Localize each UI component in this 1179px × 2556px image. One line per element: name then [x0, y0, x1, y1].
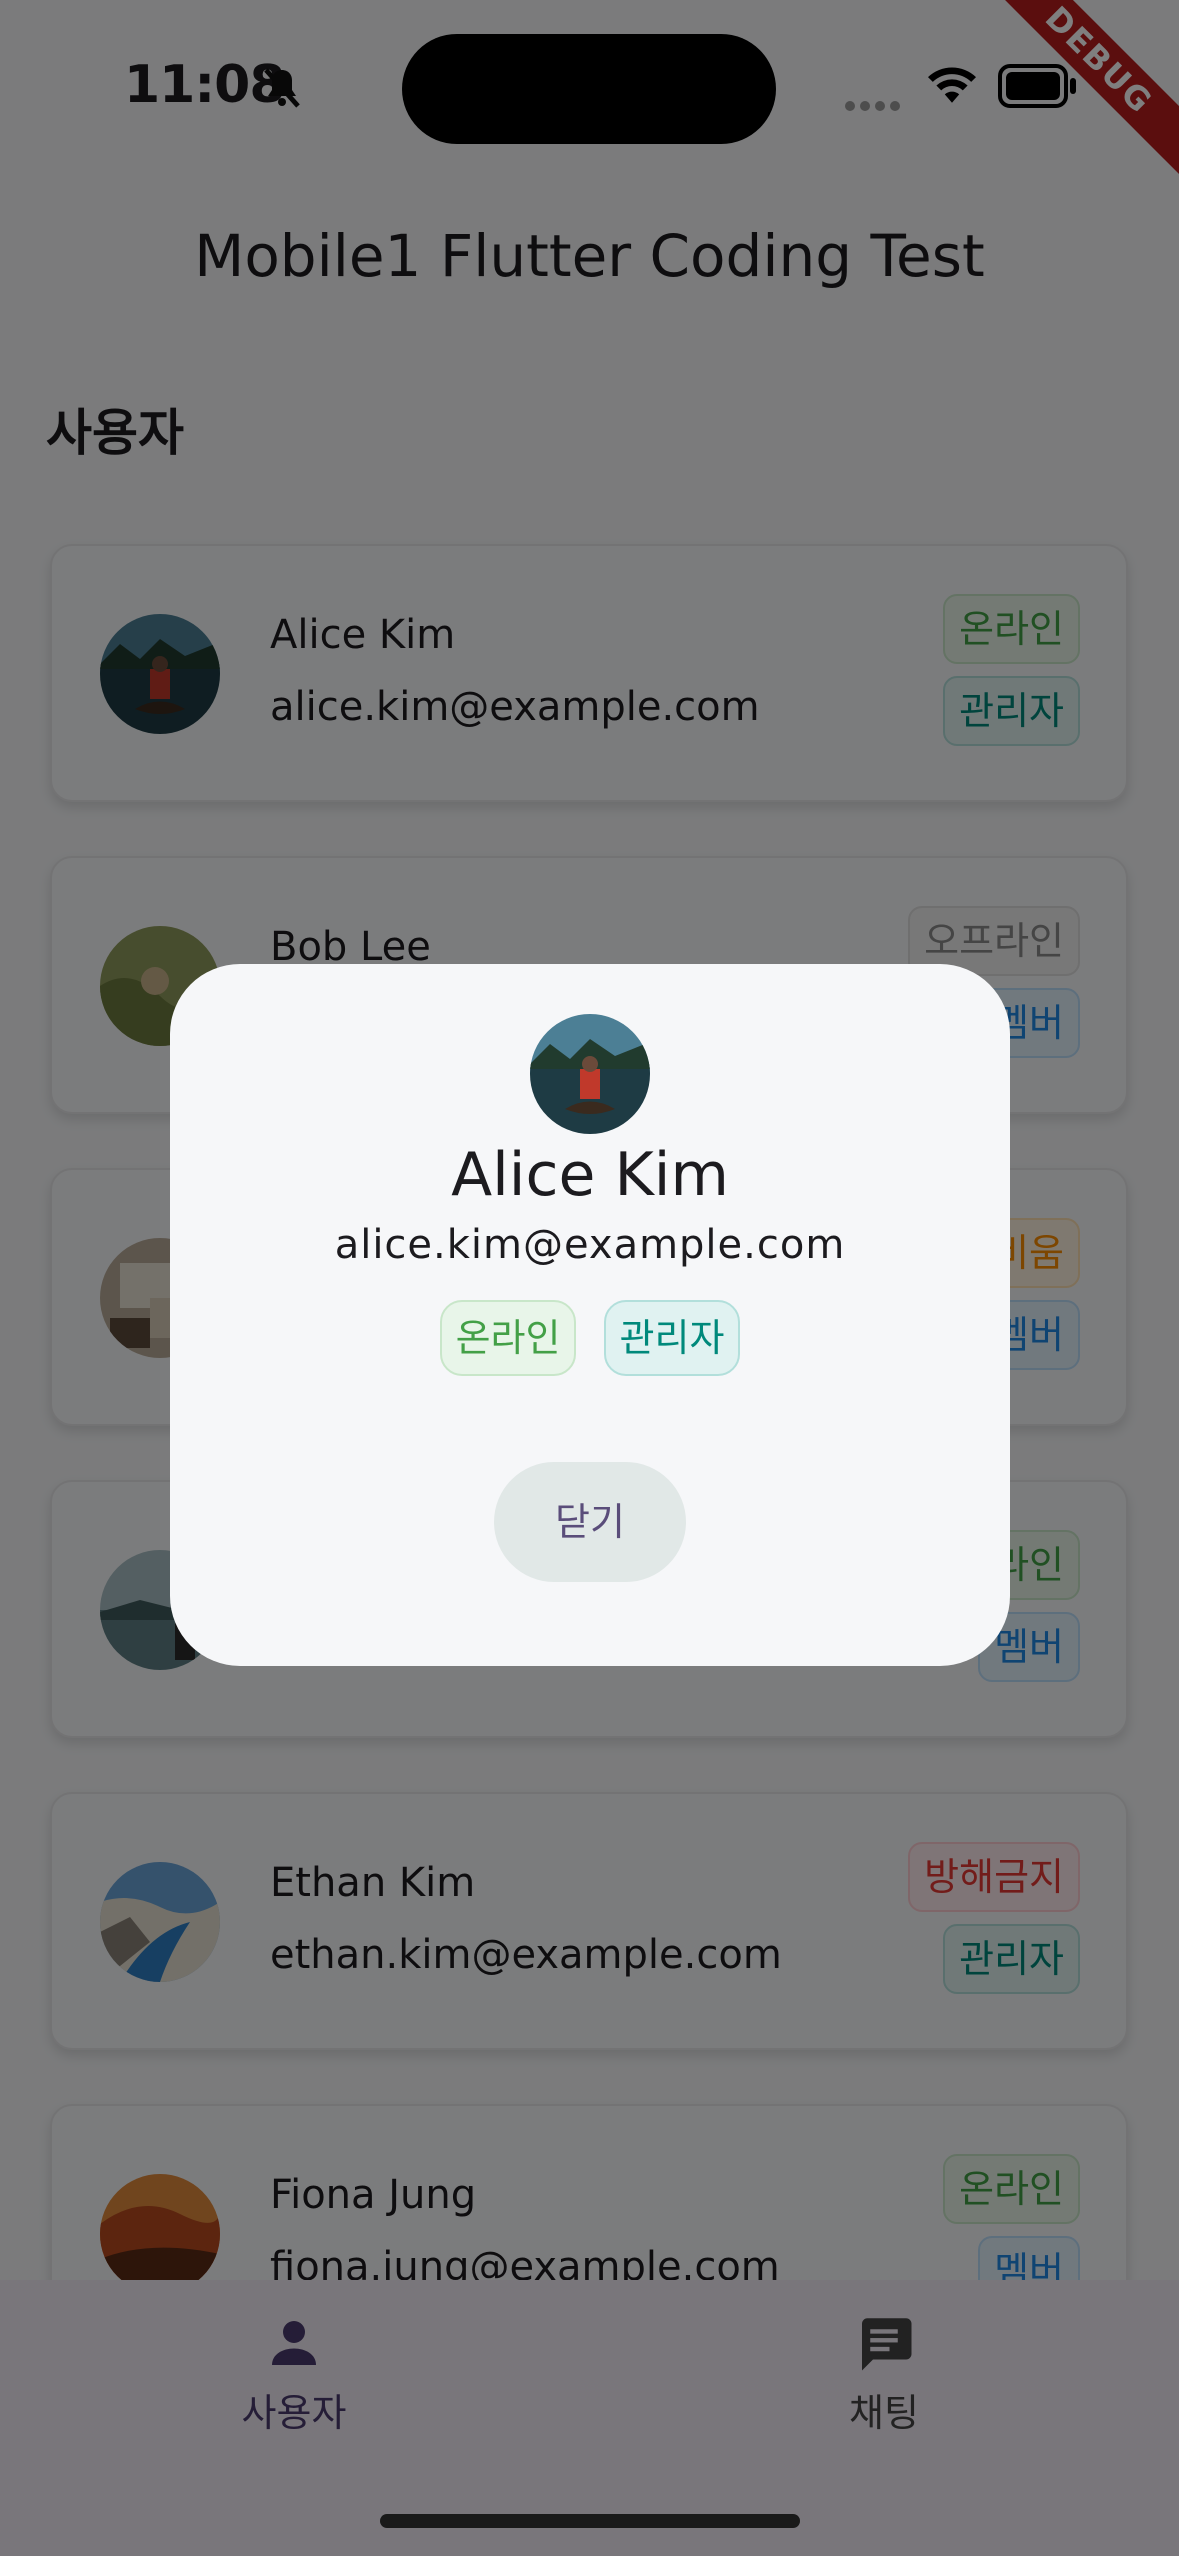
user-detail-dialog: Alice Kim alice.kim@example.com 온라인 관리자 …	[170, 964, 1010, 1666]
dialog-user-email: alice.kim@example.com	[334, 1222, 846, 1268]
dialog-badges: 온라인 관리자	[170, 1300, 1010, 1376]
dialog-avatar	[530, 1014, 650, 1134]
dialog-role-badge: 관리자	[603, 1300, 741, 1376]
dialog-status-badge: 온라인	[439, 1300, 577, 1376]
home-indicator	[380, 2514, 800, 2528]
close-button[interactable]: 닫기	[494, 1462, 686, 1582]
dialog-user-name: Alice Kim	[451, 1140, 729, 1210]
